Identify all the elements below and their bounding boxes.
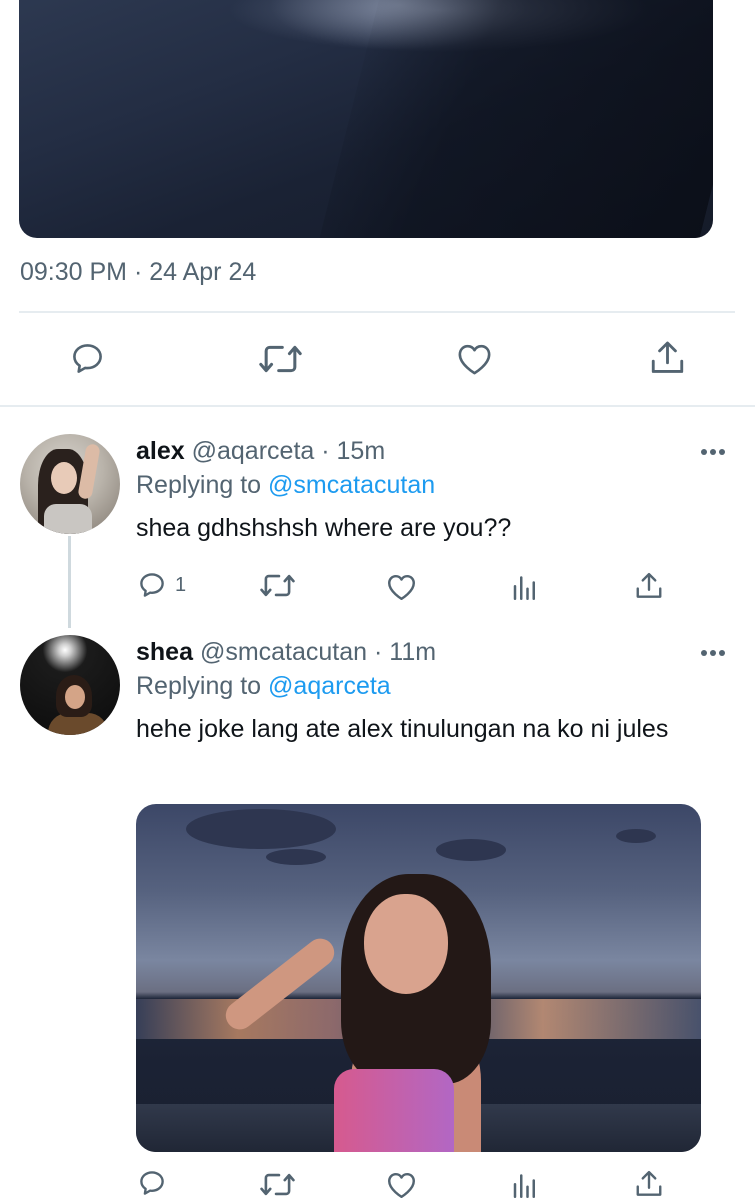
tweet-photo[interactable] [19, 0, 713, 238]
thread-connector-line [68, 536, 71, 628]
reply-count: 1 [175, 574, 187, 596]
mention-link[interactable]: @aqarceta [268, 672, 391, 700]
views-icon[interactable] [512, 575, 538, 600]
user-handle[interactable]: @smcatacutan [200, 638, 367, 666]
avatar-top [44, 504, 92, 534]
more-options-icon[interactable] [701, 449, 727, 457]
photo-person-dress [334, 1069, 454, 1152]
replying-label: Replying to [136, 471, 262, 499]
tweet-action-bar [0, 330, 755, 390]
retweet-icon[interactable] [259, 341, 302, 377]
avatar[interactable] [20, 635, 120, 735]
reply-icon[interactable] [69, 340, 106, 377]
photo-cloud [266, 849, 326, 865]
reply-icon[interactable] [137, 570, 167, 600]
photo-shadow [311, 0, 713, 238]
reply-photo[interactable] [136, 804, 701, 1152]
photo-person-face [364, 894, 448, 994]
user-handle[interactable]: @aqarceta [192, 437, 315, 465]
reply-icon[interactable] [137, 1168, 167, 1198]
reply-header: shea @smcatacutan · 11m [136, 638, 436, 667]
reply-time[interactable]: · 11m [374, 638, 436, 666]
reply-text: shea gdhshshsh where are you?? [136, 514, 512, 542]
share-icon[interactable] [650, 339, 685, 377]
retweet-icon[interactable] [260, 571, 295, 600]
like-icon[interactable] [386, 572, 417, 601]
avatar-face [51, 462, 77, 494]
share-icon[interactable] [635, 1169, 663, 1199]
avatar-arm [77, 443, 101, 500]
share-icon[interactable] [635, 571, 663, 601]
replying-label: Replying to [136, 672, 262, 700]
photo-cloud [436, 839, 506, 861]
views-icon[interactable] [512, 1173, 538, 1198]
replying-to: Replying to @smcatacutan [136, 471, 435, 500]
display-name[interactable]: alex [136, 437, 185, 465]
reply-time[interactable]: · 15m [321, 437, 385, 465]
like-icon[interactable] [456, 341, 493, 376]
retweet-icon[interactable] [260, 1170, 295, 1199]
reply-header: alex @aqarceta · 15m [136, 437, 385, 466]
mention-link[interactable]: @smcatacutan [268, 471, 435, 499]
tweet-timestamp[interactable]: 09:30 PM · 24 Apr 24 [20, 258, 256, 287]
photo-cloud [186, 809, 336, 849]
divider [0, 405, 755, 407]
more-options-icon[interactable] [701, 650, 727, 658]
replying-to: Replying to @aqarceta [136, 672, 391, 701]
like-icon[interactable] [386, 1170, 417, 1199]
display-name[interactable]: shea [136, 638, 193, 666]
avatar[interactable] [20, 434, 120, 534]
divider [19, 311, 735, 313]
photo-cloud [616, 829, 656, 843]
reply-text: hehe joke lang ate alex tinulungan na ko… [136, 715, 669, 743]
avatar-face [65, 685, 85, 709]
